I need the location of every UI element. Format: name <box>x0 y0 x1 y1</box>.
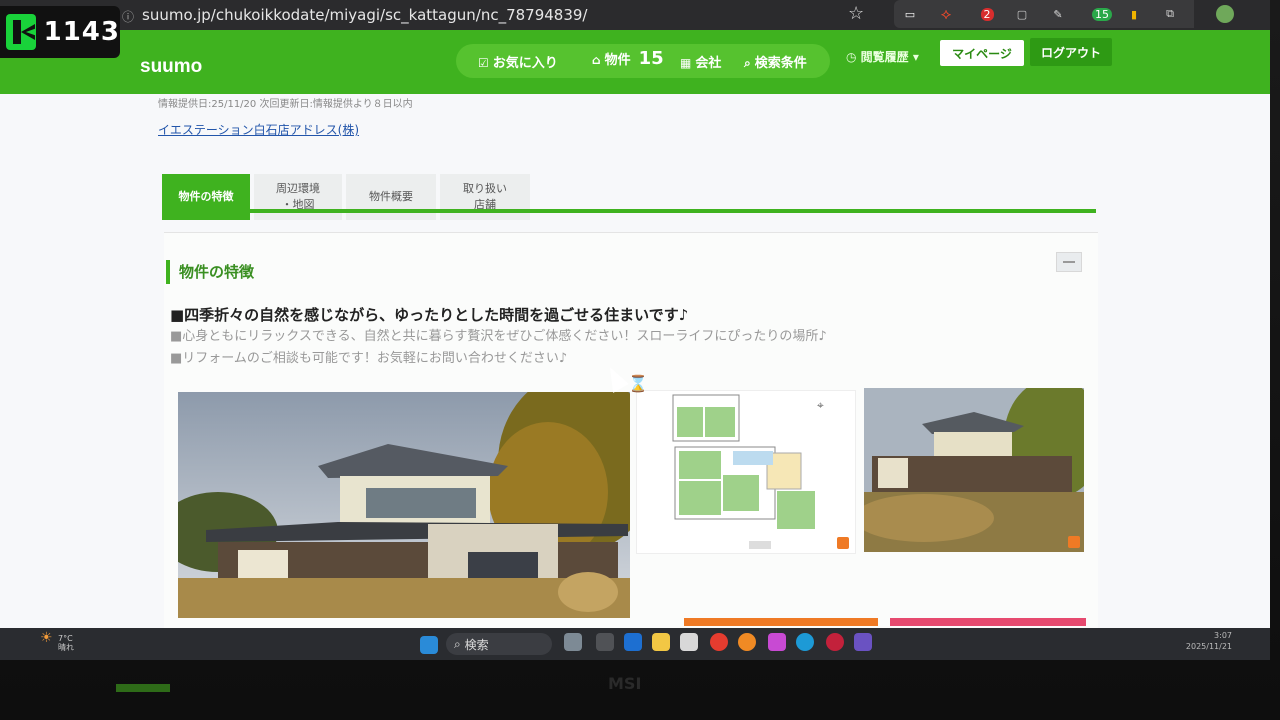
g-sync-label <box>116 684 170 692</box>
hourglass-icon: ⌛ <box>628 374 648 393</box>
collapse-button[interactable] <box>1056 252 1082 272</box>
checkbox-icon: ☑ <box>478 56 489 70</box>
channel-logo-icon <box>6 14 36 50</box>
chevron-down-icon: ▾ <box>912 50 919 64</box>
mypage-button[interactable]: マイページ <box>940 40 1024 66</box>
feature-line: ■リフォームのご相談も可能です！お気軽にお問い合わせください♪ <box>170 351 568 366</box>
green-extension-icon[interactable]: 15 <box>1090 2 1114 26</box>
sun-icon: ☀ <box>40 630 53 646</box>
zoom-icon[interactable] <box>1068 536 1080 548</box>
address-bar[interactable]: suumo.jp/chukoikkodate/miyagi/sc_kattagu… <box>142 6 587 24</box>
clock-date: 2025/11/21 <box>1185 642 1232 651</box>
companies-link[interactable]: ▦ 会社 <box>680 52 721 71</box>
weather-temp: 7°C <box>58 634 73 643</box>
monitor-brand: MSI <box>608 674 642 693</box>
episode-counter: 1143 <box>43 17 120 47</box>
taskbar-search-label: 検索 <box>464 637 489 652</box>
search-conditions-link[interactable]: ⌕ 検索条件 <box>744 52 807 71</box>
pen-extension-icon[interactable]: ✎ <box>1048 2 1068 26</box>
favorites-link[interactable]: ☑ お気に入り <box>478 52 558 71</box>
agency-link[interactable]: イエステーション白石店アドレス(株) <box>158 121 359 138</box>
clock-time: 3:07 <box>1214 631 1232 640</box>
site-header: suumo ☑ お気に入り ⌂ 物件 15 ▦ 会社 ⌕ 検索条件 ◷ 閲覧履歴 ▾ マイ… <box>0 30 1270 94</box>
search-conditions-label: 検索条件 <box>754 56 807 71</box>
bookmark-star-icon[interactable]: ☆ <box>848 3 864 24</box>
clock-icon: ◷ <box>846 50 857 64</box>
suumo-logo[interactable]: suumo <box>140 56 202 78</box>
building-icon: ▦ <box>680 56 692 70</box>
tab-handling-store[interactable]: 取り扱い 店舗 <box>440 174 530 220</box>
feature-line: ■心身ともにリラックスできる、自然と共に暮らす贅沢をぜひご体感ください！スローラ… <box>170 329 827 344</box>
chrome-icon[interactable] <box>710 633 728 651</box>
favorites-label: お気に入り <box>492 56 558 71</box>
tab-overview[interactable]: 物件概要 <box>346 174 436 220</box>
properties-label: 物件 <box>604 53 631 68</box>
pink-action-button[interactable] <box>890 618 1086 626</box>
task-view-icon[interactable] <box>596 633 614 651</box>
edge-icon[interactable] <box>796 633 814 651</box>
orange-action-button[interactable] <box>684 618 878 626</box>
extension-badge: 2 <box>980 7 994 21</box>
companies-label: 会社 <box>695 56 722 71</box>
clipboard-extension-icon[interactable]: ▢ <box>1012 2 1032 26</box>
app-icon[interactable] <box>738 633 756 651</box>
svg-text:⌖: ⌖ <box>817 398 824 412</box>
pdf-extension-icon[interactable]: ⟡ <box>936 2 956 26</box>
widgets-icon[interactable] <box>564 633 582 651</box>
exterior-photo[interactable] <box>864 388 1084 552</box>
puzzle-extensions-icon[interactable]: ⧉ <box>1160 2 1180 26</box>
search-icon: ⌕ <box>454 636 461 651</box>
browser-toolbar: ⓘ suumo.jp/chukoikkodate/miyagi/sc_katta… <box>0 0 1270 30</box>
info-dates: 情報提供日:25/11/20 次回更新日:情報提供より８日以内 <box>158 99 413 110</box>
monitor-bezel: ⓘ suumo.jp/chukoikkodate/miyagi/sc_katta… <box>0 0 1280 720</box>
zoom-icon[interactable] <box>837 537 849 549</box>
main-property-photo[interactable] <box>178 392 630 618</box>
tab-features[interactable]: 物件の特徴 <box>162 174 250 220</box>
logout-button[interactable]: ログアウト <box>1030 38 1112 66</box>
history-label: 閲覧履歴 <box>860 50 909 64</box>
extension-icon[interactable]: ▭ <box>900 2 920 26</box>
tab-underline <box>162 209 1096 213</box>
taskbar-search[interactable]: ⌕ 検索 <box>446 633 552 655</box>
extension-badge-icon[interactable]: 2 <box>976 2 998 26</box>
app-red-icon[interactable] <box>826 633 844 651</box>
channel-badge: 1143 <box>0 6 120 58</box>
feature-headline: ■四季折々の自然を感じながら、ゆったりとした時間を過ごせる住まいです♪ <box>170 306 689 324</box>
section-title: 物件の特徴 <box>166 260 254 284</box>
tab-surroundings-map[interactable]: 周辺環境 ・地図 <box>254 174 342 220</box>
properties-link[interactable]: ⌂ 物件 15 <box>592 48 664 69</box>
weather-widget[interactable]: ☀ 7°C 晴れ <box>40 630 74 652</box>
house-icon: ⌂ <box>592 53 601 67</box>
marker-extension-icon[interactable]: ▮ <box>1126 2 1142 26</box>
file-explorer-icon[interactable] <box>652 633 670 651</box>
history-dropdown[interactable]: ◷ 閲覧履歴 ▾ <box>846 48 919 65</box>
properties-count: 15 <box>638 48 664 69</box>
photos-icon[interactable] <box>768 633 786 651</box>
system-clock[interactable]: 3:07 2025/11/21 <box>1186 630 1232 652</box>
floor-plan-image[interactable]: ⌖ <box>636 390 856 554</box>
home-icon[interactable] <box>680 633 698 651</box>
profile-avatar-icon[interactable] <box>1214 2 1236 26</box>
extension-badge: 15 <box>1092 7 1112 21</box>
teams-icon[interactable] <box>854 633 872 651</box>
screen: ⓘ suumo.jp/chukoikkodate/miyagi/sc_katta… <box>0 0 1270 660</box>
weather-text: 晴れ <box>58 643 74 652</box>
outlook-icon[interactable] <box>624 633 642 651</box>
windows-start-icon[interactable] <box>420 636 438 654</box>
search-icon: ⌕ <box>744 56 751 70</box>
site-info-icon[interactable]: ⓘ <box>122 8 134 25</box>
